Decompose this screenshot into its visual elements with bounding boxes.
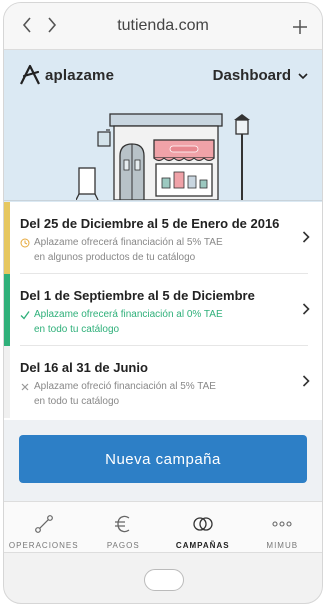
campaign-status-bar xyxy=(4,346,10,418)
campaign-status: Aplazame ofrecerá financiación al 5% TAE xyxy=(34,237,223,248)
dashboard-menu[interactable]: Dashboard xyxy=(213,67,308,84)
aplazame-logo-icon xyxy=(20,64,40,85)
new-campaign-button[interactable]: Nueva campaña xyxy=(19,435,307,483)
check-icon xyxy=(20,310,30,320)
tab-pagos[interactable]: PAGOS xyxy=(84,502,164,552)
close-icon xyxy=(21,383,29,390)
chevron-right-icon xyxy=(302,231,310,243)
chevron-right-icon xyxy=(302,303,310,315)
campaign-scope: en algunos productos de tu catálogo xyxy=(34,252,196,263)
campaign-status: Aplazame ofreció financiación al 5% TAE xyxy=(34,381,216,392)
ground-line xyxy=(4,200,322,201)
campaign-status: Aplazame ofrecerá financiación al 0% TAE xyxy=(34,309,223,320)
logo[interactable]: aplazame xyxy=(19,64,114,86)
more-icon xyxy=(272,521,292,527)
chevron-right-icon xyxy=(302,375,310,387)
campaign-scope: en todo tu catálogo xyxy=(34,396,120,407)
tab-operaciones[interactable]: OPERACIONES xyxy=(4,502,84,552)
plus-icon[interactable] xyxy=(293,14,307,40)
tab-label: MIMUB xyxy=(266,541,299,550)
url-field[interactable]: tutienda.com xyxy=(4,17,322,35)
campaign-status-bar xyxy=(4,274,10,346)
app-header: aplazame Dashboard xyxy=(4,50,322,202)
brand-name: aplazame xyxy=(45,66,115,84)
campaign-title: Del 16 al 31 de Junio xyxy=(20,360,148,375)
phone-frame: tutienda.com aplazame Dashboard Del 25 d… xyxy=(3,2,323,604)
home-button[interactable] xyxy=(144,569,184,591)
campaign-scope: en todo tu catálogo xyxy=(34,324,120,335)
browser-bar: tutienda.com xyxy=(4,3,322,50)
campaign-status-bar xyxy=(4,202,10,274)
cta-section: Nueva campaña xyxy=(4,420,322,501)
campaign-list: Del 25 de Diciembre al 5 de Enero de 201… xyxy=(4,202,322,420)
euro-icon xyxy=(115,515,130,533)
tab-mimub[interactable]: MIMUB xyxy=(243,502,323,552)
campaign-item[interactable]: Del 1 de Septiembre al 5 de Diciembre Ap… xyxy=(4,274,322,346)
campaign-title: Del 25 de Diciembre al 5 de Enero de 201… xyxy=(20,216,280,231)
campaign-item[interactable]: Del 25 de Diciembre al 5 de Enero de 201… xyxy=(4,202,322,274)
campaign-item[interactable]: Del 16 al 31 de Junio Aplazame ofreció f… xyxy=(4,346,322,418)
campaign-title: Del 1 de Septiembre al 5 de Diciembre xyxy=(20,288,255,303)
shop-illustration xyxy=(76,113,250,201)
operations-icon xyxy=(34,515,53,533)
dashboard-label: Dashboard xyxy=(212,67,291,84)
campaigns-icon xyxy=(193,517,213,531)
tab-label: PAGOS xyxy=(106,541,140,550)
tab-bar: OPERACIONES PAGOS CAMPAÑAS MIMUB xyxy=(4,501,322,553)
clock-icon xyxy=(20,238,30,247)
tab-label: CAMPAÑAS xyxy=(175,541,230,550)
tab-label: OPERACIONES xyxy=(8,541,79,550)
tab-campanas[interactable]: CAMPAÑAS xyxy=(163,502,243,552)
chevron-down-icon xyxy=(298,72,308,79)
